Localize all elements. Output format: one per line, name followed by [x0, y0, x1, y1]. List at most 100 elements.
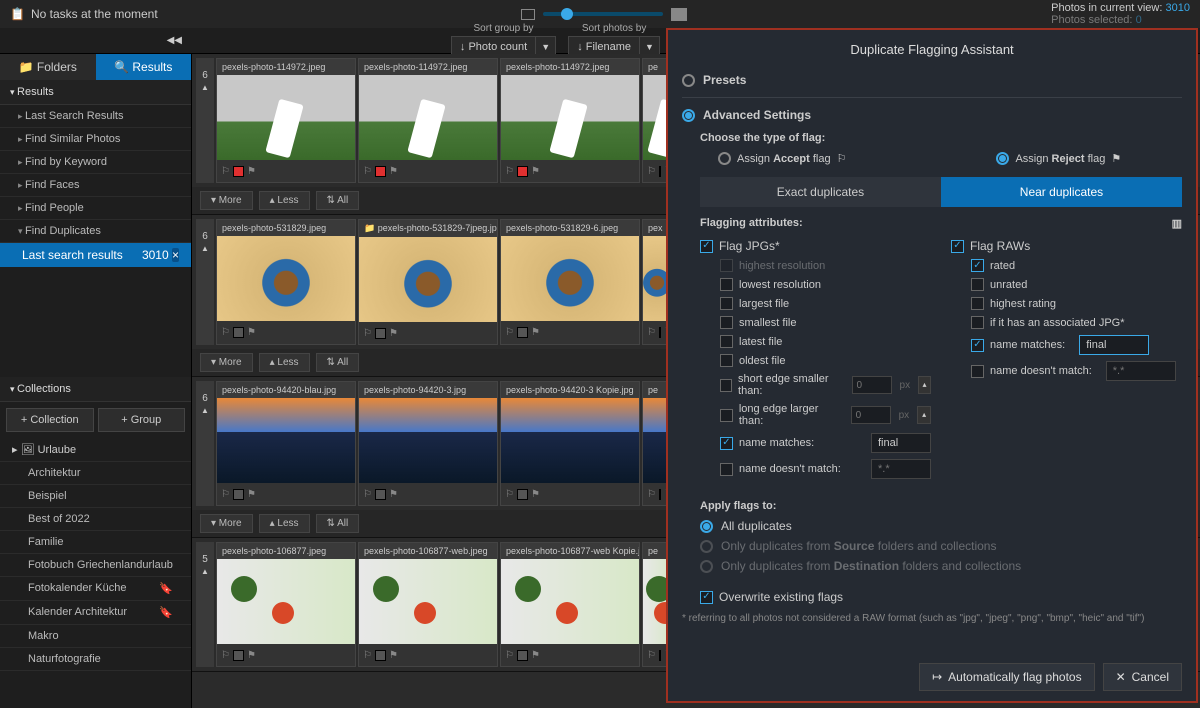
color-label[interactable] — [517, 489, 528, 500]
flag-icon[interactable]: ⚐ — [505, 166, 514, 177]
jpg-name-nomatch-input[interactable] — [871, 459, 931, 479]
add-collection-button[interactable]: + Collection — [6, 408, 94, 432]
jpg-name-matches-checkbox[interactable]: name matches: — [700, 430, 931, 456]
add-group-button[interactable]: + Group — [98, 408, 186, 432]
jpg-name-matches-input[interactable] — [871, 433, 931, 453]
color-label[interactable] — [659, 650, 661, 661]
collapse-sidebar-icon[interactable]: ◀◀ — [167, 35, 182, 46]
collection-item[interactable]: Fotobuch Griechenlandurlaub — [0, 554, 191, 577]
thumbnail[interactable]: pexels-photo-106877-web.jpeg⚐⚑ — [358, 542, 498, 667]
flag-icon[interactable]: ⚐ — [363, 650, 372, 661]
flag-icon[interactable]: ⚐ — [363, 328, 372, 339]
flag-icon[interactable]: ⚐ — [505, 489, 514, 500]
color-label[interactable] — [375, 328, 386, 339]
exact-duplicates-tab[interactable]: Exact duplicates — [700, 177, 941, 207]
color-label[interactable] — [233, 166, 244, 177]
color-label[interactable] — [375, 650, 386, 661]
collection-item[interactable]: Makro — [0, 625, 191, 648]
thumbnail[interactable]: pexels-photo-114972.jpeg⚐⚑ — [358, 58, 498, 183]
tag-icon[interactable]: ⚑ — [247, 489, 256, 500]
results-section-header[interactable]: Results — [0, 80, 191, 105]
jpg-attr-checkbox[interactable]: highest resolution — [700, 256, 931, 275]
raw-name-nomatch-checkbox[interactable]: name doesn't match: — [951, 358, 1182, 384]
sidebar-item-keyword[interactable]: Find by Keyword — [0, 151, 191, 174]
view-large-icon[interactable] — [671, 8, 687, 21]
sidebar-item-people[interactable]: Find People — [0, 197, 191, 220]
cancel-button[interactable]: ✕Cancel — [1103, 663, 1182, 691]
color-label[interactable] — [659, 489, 661, 500]
long-edge-input[interactable] — [851, 406, 891, 424]
jpg-attr-checkbox[interactable]: smallest file — [700, 313, 931, 332]
color-label[interactable] — [517, 327, 528, 338]
flag-icon[interactable]: ⚐ — [647, 166, 656, 177]
tag-icon[interactable]: ⚑ — [247, 166, 256, 177]
flag-icon[interactable]: ⚐ — [221, 650, 230, 661]
flag-raws-checkbox[interactable]: Flag RAWs — [951, 236, 1182, 256]
more-button[interactable]: ▾ More — [200, 353, 253, 372]
jpg-name-nomatch-checkbox[interactable]: name doesn't match: — [700, 456, 931, 482]
tag-icon[interactable]: ⚑ — [531, 650, 540, 661]
tag-icon[interactable]: ⚑ — [531, 327, 540, 338]
short-edge-input[interactable] — [852, 376, 892, 394]
flag-icon[interactable]: ⚐ — [363, 166, 372, 177]
flag-icon[interactable]: ⚐ — [221, 327, 230, 338]
all-button[interactable]: ⇅ All — [316, 353, 360, 372]
flag-icon[interactable]: ⚐ — [647, 650, 656, 661]
raw-attr-checkbox[interactable]: highest rating — [951, 294, 1182, 313]
all-button[interactable]: ⇅ All — [316, 514, 360, 533]
stepper-icon[interactable]: ▴ — [918, 376, 931, 394]
collection-item[interactable]: Kalender Architektur🔖 — [0, 601, 191, 625]
color-label[interactable] — [375, 166, 386, 177]
collection-item[interactable]: Naturfotografie — [0, 648, 191, 671]
less-button[interactable]: ▴ Less — [259, 514, 310, 533]
thumbnail[interactable]: pexels-photo-531829.jpeg⚐⚑ — [216, 219, 356, 345]
collection-item[interactable]: Familie — [0, 531, 191, 554]
thumbnail[interactable]: pexels-photo-106877-web Kopie.jpeg⚐⚑ — [500, 542, 640, 667]
thumbnail[interactable]: pexels-photo-531829-6.jpeg⚐⚑ — [500, 219, 640, 345]
collection-item[interactable]: Architektur — [0, 462, 191, 485]
flag-icon[interactable]: ⚐ — [505, 327, 514, 338]
all-button[interactable]: ⇅ All — [316, 191, 360, 210]
flag-icon[interactable]: ⚐ — [647, 327, 656, 338]
tag-icon[interactable]: ⚑ — [247, 327, 256, 338]
view-small-icon[interactable] — [521, 9, 535, 20]
color-label[interactable] — [233, 650, 244, 661]
tag-icon[interactable]: ⚑ — [389, 650, 398, 661]
tag-icon[interactable]: ⚑ — [389, 489, 398, 500]
collection-item[interactable]: Best of 2022 — [0, 508, 191, 531]
sidebar-item-similar[interactable]: Find Similar Photos — [0, 128, 191, 151]
thumbnail[interactable]: pexels-photo-114972.jpeg⚐⚑ — [500, 58, 640, 183]
thumbnail[interactable]: pexels-photo-94420-3.jpg⚐⚑ — [358, 381, 498, 506]
jpg-attr-checkbox[interactable]: latest file — [700, 332, 931, 351]
jpg-attr-checkbox[interactable]: largest file — [700, 294, 931, 313]
color-label[interactable] — [233, 489, 244, 500]
raw-attr-checkbox[interactable]: if it has an associated JPG* — [951, 313, 1182, 332]
thumbnail-size-slider[interactable] — [543, 12, 663, 16]
thumbnail[interactable]: pexels-photo-114972.jpeg⚐⚑ — [216, 58, 356, 183]
less-button[interactable]: ▴ Less — [259, 353, 310, 372]
raw-name-matches-input[interactable] — [1079, 335, 1149, 355]
stepper-icon[interactable]: ▴ — [917, 406, 931, 424]
collections-section-header[interactable]: Collections — [0, 377, 191, 402]
tag-icon[interactable]: ⚑ — [531, 166, 540, 177]
columns-icon[interactable]: ▥ — [1172, 217, 1182, 230]
flag-jpgs-checkbox[interactable]: Flag JPGs* — [700, 236, 931, 256]
color-label[interactable] — [517, 166, 528, 177]
color-label[interactable] — [375, 489, 386, 500]
raw-attr-checkbox[interactable]: unrated — [951, 275, 1182, 294]
tag-icon[interactable]: ⚑ — [389, 328, 398, 339]
tag-icon[interactable]: ⚑ — [389, 166, 398, 177]
advanced-radio[interactable]: Advanced Settings — [682, 102, 1182, 128]
collection-item[interactable]: Beispiel — [0, 485, 191, 508]
color-label[interactable] — [233, 327, 244, 338]
sidebar-sub-duplicates-last[interactable]: Last search results 3010 × — [0, 243, 191, 267]
long-edge-checkbox[interactable]: long edge larger than:px▴ — [700, 400, 931, 430]
overwrite-checkbox[interactable]: Overwrite existing flags — [700, 576, 1182, 607]
tag-icon[interactable]: ⚑ — [531, 489, 540, 500]
tag-icon[interactable]: ⚑ — [247, 650, 256, 661]
thumbnail[interactable]: pexels-photo-94420-3 Kopie.jpg⚐⚑ — [500, 381, 640, 506]
collection-parent[interactable]: ▸ 🖼 Urlaube — [0, 438, 191, 462]
collection-item[interactable]: Fotokalender Küche🔖 — [0, 577, 191, 601]
more-button[interactable]: ▾ More — [200, 191, 253, 210]
thumbnail[interactable]: pexels-photo-106877.jpeg⚐⚑ — [216, 542, 356, 667]
